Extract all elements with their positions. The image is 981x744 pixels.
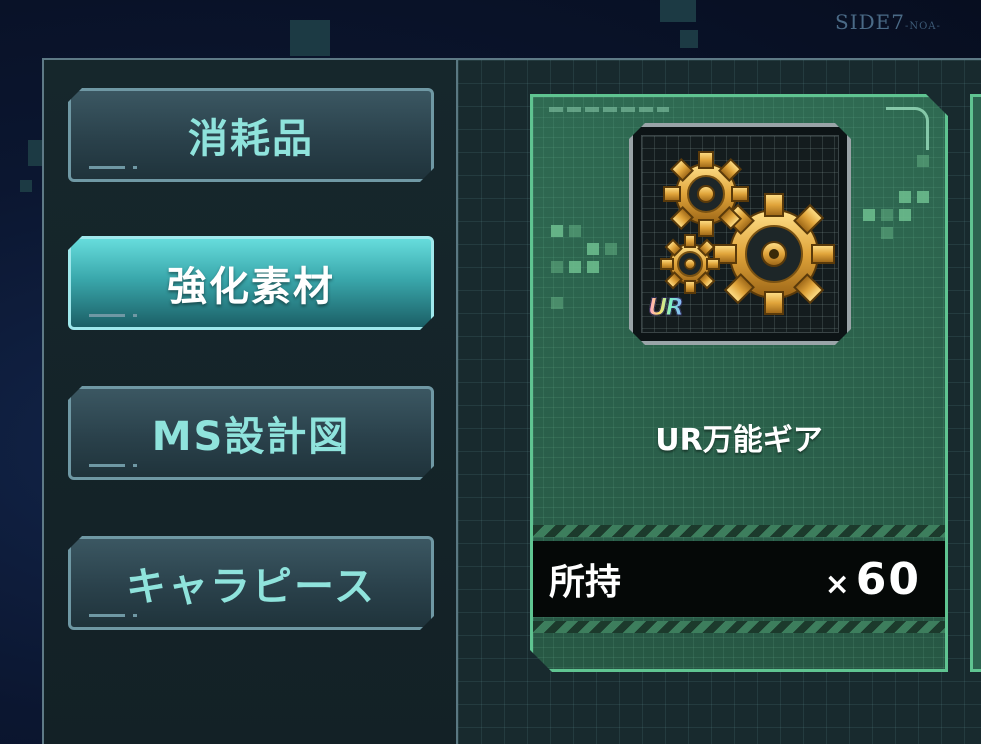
card-corner-deco [886, 107, 929, 150]
pixel-deco [899, 191, 911, 203]
hatch-stripe [533, 621, 945, 633]
rarity-badge: UR [648, 284, 682, 324]
background-logo-text: SIDE7-NOA- [835, 10, 941, 34]
item-icon-frame: UR [629, 123, 851, 345]
hatch-stripe [533, 525, 945, 537]
category-sidebar: 消耗品 強化素材 MS設計図 キャラピース [44, 60, 458, 744]
pixel-deco [569, 261, 581, 273]
pixel-deco [605, 243, 617, 255]
category-character-pieces-button[interactable]: キャラピース [68, 536, 434, 630]
game-screen: SIDE7-NOA- 消耗品 強化素材 MS設計図 キャラピース UR UR万能… [0, 0, 981, 744]
next-item-card[interactable] [970, 94, 981, 672]
owned-count: ×60 [824, 553, 921, 605]
pixel-deco [569, 225, 581, 237]
pixel-deco [551, 225, 563, 237]
pixel-deco [863, 209, 875, 221]
pixel-deco [881, 227, 893, 239]
category-ms-blueprints-button[interactable]: MS設計図 [68, 386, 434, 480]
category-label: MS設計図 [151, 414, 351, 460]
inventory-panel: 消耗品 強化素材 MS設計図 キャラピース UR UR万能ギア 所持 ×60 [42, 58, 981, 744]
item-name: UR万能ギア [655, 423, 823, 458]
pixel-deco [551, 261, 563, 273]
button-deco [89, 464, 125, 467]
item-card[interactable]: UR UR万能ギア 所持 ×60 [530, 94, 948, 672]
bg-pixel [28, 140, 42, 166]
pixel-deco [899, 209, 911, 221]
owned-label: 所持 [549, 562, 622, 603]
pixel-deco [917, 191, 929, 203]
item-grid-area[interactable]: UR UR万能ギア 所持 ×60 [458, 60, 981, 744]
button-deco [89, 614, 125, 617]
pixel-deco [917, 155, 929, 167]
category-consumables-button[interactable]: 消耗品 [68, 88, 434, 182]
item-icon-background: UR [641, 135, 839, 333]
bg-pixel [290, 20, 330, 56]
category-label: キャラピース [126, 564, 376, 610]
pixel-deco [551, 297, 563, 309]
category-label: 消耗品 [188, 116, 314, 162]
pixel-deco [881, 209, 893, 221]
owned-count-bar: 所持 ×60 [533, 541, 945, 617]
button-deco [89, 314, 125, 317]
button-deco [89, 166, 125, 169]
bg-pixel [20, 180, 32, 192]
bg-pixel [660, 0, 696, 22]
category-enhance-materials-button[interactable]: 強化素材 [68, 236, 434, 330]
card-top-deco [549, 107, 669, 112]
bg-pixel [680, 30, 698, 48]
pixel-deco [587, 261, 599, 273]
category-label: 強化素材 [167, 264, 335, 310]
pixel-deco [587, 243, 599, 255]
